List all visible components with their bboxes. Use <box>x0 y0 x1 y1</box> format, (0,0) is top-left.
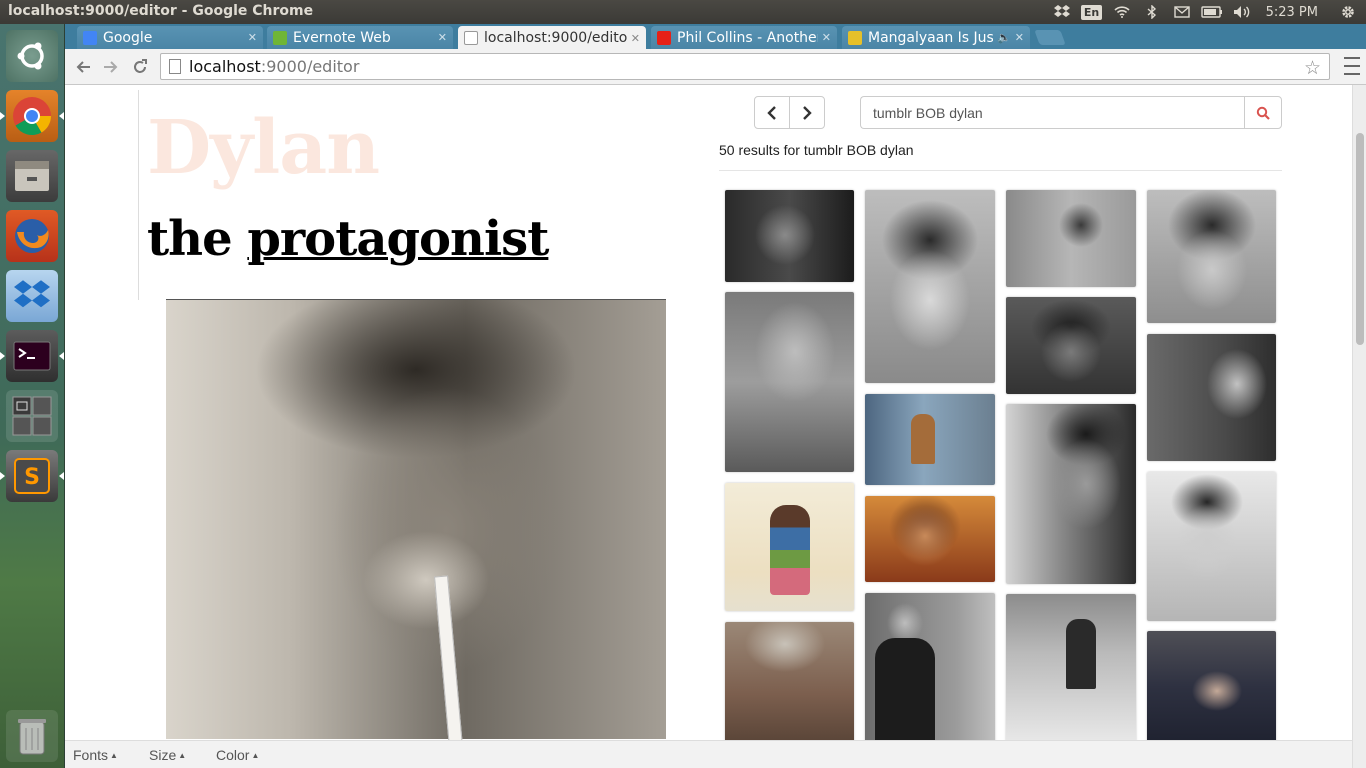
evernote-favicon-icon <box>273 30 287 45</box>
back-button[interactable] <box>71 56 95 78</box>
search-result-thumbnail[interactable] <box>1147 472 1276 621</box>
search-button[interactable] <box>1244 96 1282 129</box>
size-menu[interactable]: Size ▲ <box>149 747 186 763</box>
news-favicon-icon <box>848 30 862 45</box>
terminal-icon[interactable] <box>0 330 64 382</box>
clock[interactable]: 5:23 PM <box>1266 5 1318 20</box>
dropbox-tray-icon[interactable] <box>1050 0 1074 24</box>
editor-headline[interactable]: the protagonist <box>147 211 549 267</box>
speaker-icon[interactable]: 🔈 <box>997 31 1011 44</box>
format-toolbar: Fonts ▲ Size ▲ Color ▲ <box>65 740 1352 768</box>
tab-close-icon[interactable]: ✕ <box>822 31 831 44</box>
search-result-thumbnail[interactable] <box>1006 404 1136 584</box>
dropbox-icon[interactable] <box>6 270 58 322</box>
settings-gear-icon[interactable] <box>1336 0 1360 24</box>
editor-kicker[interactable]: Dylan <box>147 105 380 191</box>
trash-icon[interactable] <box>6 710 58 762</box>
search-result-thumbnail[interactable] <box>1006 297 1136 394</box>
ubuntu-dash-icon[interactable] <box>6 30 58 82</box>
headline-link[interactable]: protagonist <box>247 211 549 267</box>
system-top-panel: localhost:9000/editor - Google Chrome En… <box>0 0 1366 24</box>
search-result-thumbnail[interactable] <box>1147 334 1276 461</box>
search-result-thumbnail[interactable] <box>865 394 995 485</box>
tab-google[interactable]: Google ✕ <box>77 26 263 49</box>
page-icon <box>169 59 181 74</box>
results-count: 50 results for tumblr BOB dylan <box>719 142 914 158</box>
tab-close-icon[interactable]: ✕ <box>631 32 640 45</box>
pagination <box>754 96 825 129</box>
editor-margin-rule <box>138 90 139 300</box>
caret-up-icon: ▲ <box>110 751 118 760</box>
search-icon <box>1256 106 1270 120</box>
search-result-thumbnail[interactable] <box>725 483 854 611</box>
hero-photo[interactable] <box>166 299 666 746</box>
firefox-icon[interactable] <box>6 210 58 262</box>
workspace-switcher-icon[interactable] <box>6 390 58 442</box>
reload-button[interactable] <box>128 56 152 78</box>
search-result-thumbnail[interactable] <box>1147 631 1276 743</box>
search-result-thumbnail[interactable] <box>725 292 854 472</box>
search-result-thumbnail[interactable] <box>865 593 995 743</box>
previous-page-button[interactable] <box>755 97 789 128</box>
tab-close-icon[interactable]: ✕ <box>438 31 447 44</box>
bookmark-star-icon[interactable]: ☆ <box>1304 57 1321 79</box>
new-tab-button[interactable] <box>1034 30 1066 45</box>
search-result-thumbnail[interactable] <box>1006 190 1136 287</box>
color-menu[interactable]: Color ▲ <box>216 747 259 763</box>
tab-editor[interactable]: localhost:9000/editor ✕ <box>458 26 646 50</box>
next-page-button[interactable] <box>789 97 824 128</box>
search-result-thumbnail[interactable] <box>865 496 995 582</box>
search-result-thumbnail[interactable] <box>1147 190 1276 323</box>
image-search-input[interactable] <box>860 96 1244 129</box>
hero-photo-detail <box>434 575 463 746</box>
volume-icon[interactable] <box>1230 0 1254 24</box>
tab-close-icon[interactable]: ✕ <box>1015 31 1024 44</box>
youtube-favicon-icon <box>657 30 671 45</box>
search-result-thumbnail[interactable] <box>725 190 854 282</box>
bluetooth-icon[interactable] <box>1140 0 1164 24</box>
search-result-thumbnail[interactable] <box>865 190 995 383</box>
battery-icon[interactable] <box>1200 0 1224 24</box>
tab-mangalyaan[interactable]: Mangalyaan Is Just 🔈 ✕ <box>842 26 1030 49</box>
browser-toolbar: localhost:9000/editor ☆ <box>65 49 1366 85</box>
page-content: Dylan the protagonist 50 results for tum… <box>65 85 1352 768</box>
window-title: localhost:9000/editor - Google Chrome <box>8 3 314 19</box>
search-result-thumbnail[interactable] <box>1006 594 1136 742</box>
unity-launcher: S <box>0 24 65 768</box>
search-result-thumbnail[interactable] <box>725 622 854 742</box>
scrollbar-thumb[interactable] <box>1356 133 1364 345</box>
files-icon[interactable] <box>6 150 58 202</box>
results-divider <box>719 170 1282 171</box>
image-search <box>860 96 1282 129</box>
chrome-menu-icon[interactable] <box>1344 57 1360 75</box>
keyboard-language-indicator[interactable]: En <box>1080 0 1104 24</box>
page-favicon-icon <box>464 31 478 45</box>
tab-youtube[interactable]: Phil Collins - Another ✕ <box>651 26 837 49</box>
fonts-menu[interactable]: Fonts ▲ <box>73 747 118 763</box>
address-bar[interactable]: localhost:9000/editor ☆ <box>160 53 1330 80</box>
svg-text:S: S <box>24 465 40 490</box>
browser-tab-strip: Google ✕ Evernote Web ✕ localhost:9000/e… <box>65 24 1366 50</box>
chrome-icon[interactable] <box>0 90 64 142</box>
tab-close-icon[interactable]: ✕ <box>248 31 257 44</box>
forward-button[interactable] <box>99 56 123 78</box>
caret-up-icon: ▲ <box>251 751 260 760</box>
wifi-icon[interactable] <box>1110 0 1134 24</box>
caret-up-icon: ▲ <box>178 751 187 760</box>
page-scrollbar[interactable] <box>1352 85 1366 768</box>
system-tray: En 5:23 PM <box>1044 0 1366 24</box>
mail-icon[interactable] <box>1170 0 1194 24</box>
google-favicon-icon <box>83 30 97 45</box>
tab-evernote[interactable]: Evernote Web ✕ <box>267 26 453 49</box>
sublime-text-icon[interactable]: S <box>0 450 64 502</box>
